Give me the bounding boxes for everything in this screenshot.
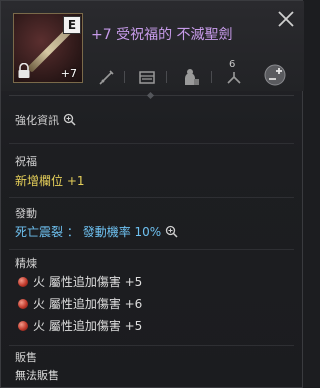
icon-separator	[166, 71, 167, 83]
level-requirement-icon	[227, 72, 241, 84]
fire-gem-icon	[18, 321, 28, 331]
item-tooltip: E +7 +7 受祝福的 不滅聖劍 6 強化資訊 祝福 新增欄位 +1 發動 死…	[0, 0, 304, 388]
enhance-info-title: 強化資訊	[15, 112, 76, 128]
trade-value: 無法販售	[15, 369, 59, 382]
class-restriction-icon	[185, 69, 199, 85]
section-divider	[9, 143, 294, 144]
magnify-icon[interactable]	[63, 113, 76, 126]
section-divider	[9, 345, 294, 346]
fire-gem-icon	[18, 277, 28, 287]
section-divider	[9, 197, 294, 198]
grade-badge: E	[63, 16, 81, 34]
magnify-icon[interactable]	[165, 225, 178, 238]
enhance-level-badge: +7	[60, 67, 77, 80]
blessing-title: 祝福	[15, 155, 37, 168]
refine-line: 火 屬性追加傷害 +5	[33, 275, 143, 289]
item-name: +7 受祝福的 不滅聖劍	[91, 27, 233, 43]
activation-line: 死亡震裂 ： 發動機率 10%	[15, 223, 178, 240]
activation-rate: 10%	[134, 225, 162, 239]
lock-icon	[18, 63, 30, 78]
fire-gem-icon	[18, 299, 28, 309]
refine-line: 火 屬性追加傷害 +6	[33, 297, 143, 311]
activation-skill: 死亡震裂	[15, 225, 64, 239]
activation-rate-label: 發動機率	[82, 225, 131, 239]
item-attribute-icons: 6	[91, 59, 296, 89]
sword-type-icon	[99, 70, 114, 85]
blessing-value: 新增欄位 +1	[15, 174, 85, 188]
refine-line: 火 屬性追加傷害 +5	[33, 319, 143, 333]
tooltip-header: E +7 +7 受祝福的 不滅聖劍 6	[1, 1, 304, 91]
chest-icon	[139, 71, 155, 84]
activation-colon: ：	[66, 225, 79, 239]
header-divider-ornament	[146, 91, 155, 100]
holy-sword-icon: E +7	[13, 13, 83, 83]
icon-separator	[211, 71, 212, 83]
add-icon[interactable]	[263, 63, 287, 87]
activation-title: 發動	[15, 207, 37, 220]
refine-title: 精煉	[15, 257, 37, 270]
trade-title: 販售	[15, 351, 37, 364]
icon-separator	[124, 71, 125, 83]
section-divider	[9, 249, 294, 250]
close-button[interactable]	[276, 9, 296, 29]
